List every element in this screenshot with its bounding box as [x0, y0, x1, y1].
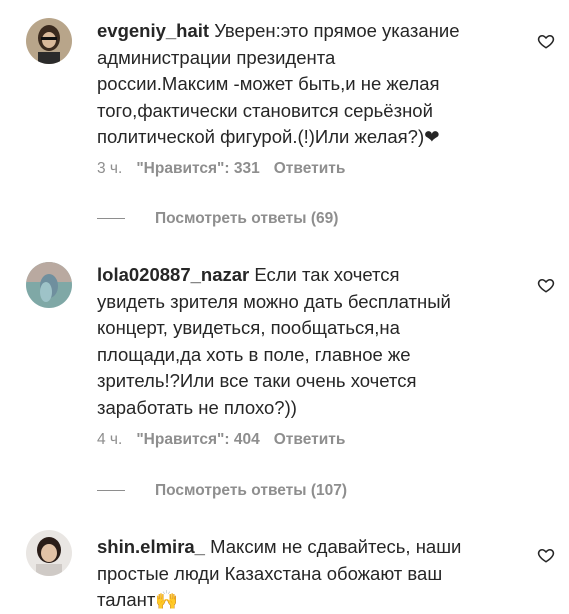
avatar[interactable] [26, 18, 72, 64]
view-replies-label[interactable]: Посмотреть ответы (69) [155, 210, 338, 227]
comment-username[interactable]: evgeniy_hait [97, 20, 209, 41]
divider [97, 490, 125, 492]
avatar[interactable] [26, 262, 72, 308]
comment-username[interactable]: lola020887_nazar [97, 264, 249, 285]
user-avatar-icon [26, 18, 72, 64]
view-replies-button[interactable]: Посмотреть ответы (69) [97, 210, 338, 228]
user-avatar-icon [26, 530, 72, 576]
user-avatar-icon [26, 262, 72, 308]
view-replies-label[interactable]: Посмотреть ответы (107) [155, 482, 347, 499]
avatar[interactable] [26, 530, 72, 576]
comment-time: 4 ч. [97, 431, 123, 448]
comment-text: lola020887_nazar Если так хочется увидет… [97, 262, 517, 421]
comment-likes[interactable]: "Нравится": 404 [136, 431, 259, 448]
comment-time: 3 ч. [97, 160, 123, 177]
comment-meta: 3 ч. "Нравится": 331 Ответить [97, 160, 345, 178]
reply-button[interactable]: Ответить [274, 431, 346, 448]
comment-text: shin.elmira_ Максим не сдавайтесь, наши … [97, 534, 517, 614]
heart-outline-icon[interactable] [537, 546, 555, 564]
heart-outline-icon[interactable] [537, 276, 555, 294]
heart-outline-icon[interactable] [537, 32, 555, 50]
comment-username[interactable]: shin.elmira_ [97, 536, 205, 557]
view-replies-button[interactable]: Посмотреть ответы (107) [97, 482, 347, 500]
comment-body: Если так хочется увидеть зрителя можно д… [97, 264, 451, 418]
comment-text: evgeniy_hait Уверен:это прямое указание … [97, 18, 517, 151]
comment-likes[interactable]: "Нравится": 331 [136, 160, 259, 177]
reply-button[interactable]: Ответить [274, 160, 346, 177]
comment-meta: 4 ч. "Нравится": 404 Ответить [97, 431, 345, 449]
divider [97, 218, 125, 220]
